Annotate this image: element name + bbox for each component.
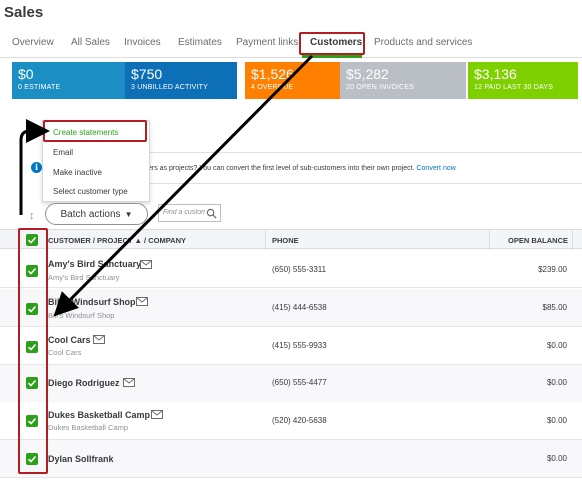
company-name: Cool Cars [48,348,82,357]
money-amount: $750 [131,66,163,82]
customers-tab-highlight [299,32,365,55]
table-row[interactable]: Amy's Bird Sanctuary Amy's Bird Sanctuar… [0,250,582,288]
tab-estimates[interactable]: Estimates [178,37,222,48]
table-row[interactable]: Dukes Basketball Camp Dukes Basketball C… [0,402,582,440]
banner-message: ers as projects? You can convert the fir… [148,165,456,172]
money-label: 4 OVERDUE [251,84,294,91]
money-label: 0 ESTIMATE [18,84,61,91]
active-tab-indicator [302,55,362,58]
tab-all-sales[interactable]: All Sales [71,37,110,48]
company-name: Amy's Bird Sanctuary [48,273,120,282]
company-name: Bill's Windsurf Shop [48,311,115,320]
money-bar-paid[interactable]: $3,136 12 PAID LAST 30 DAYS [468,62,578,99]
customer-name[interactable]: Diego Rodriguez [48,378,120,388]
checkbox-column-highlight [18,228,48,474]
column-phone[interactable]: PHONE [272,236,299,245]
table-row[interactable]: Bill's Windsurf Shop Bill's Windsurf Sho… [0,289,582,327]
search-icon [206,208,217,219]
info-icon: i [31,162,42,173]
menu-item-make-inactive[interactable]: Make inactive [53,168,102,177]
money-bar-estimate[interactable]: $0 0 ESTIMATE [12,62,125,99]
open-balance: $85.00 [542,303,567,312]
phone-number: (520) 420-5638 [272,416,327,425]
convert-now-link[interactable]: Convert now [416,165,455,172]
tab-invoices[interactable]: Invoices [124,37,161,48]
money-label: 20 OPEN INVOICES [346,84,415,91]
search-placeholder: Find a customer [163,209,205,216]
batch-actions-label: Batch actions [60,208,121,220]
money-amount: $0 [18,66,34,82]
page-title: Sales [4,4,44,21]
projects-banner: ers as projects? You can convert the fir… [145,152,582,184]
chevron-down-icon: ▼ [124,209,133,219]
company-name: Dukes Basketball Camp [48,423,129,432]
tabs-divider [0,57,582,58]
customer-name[interactable]: Cool Cars [48,335,91,345]
envelope-icon[interactable] [136,297,148,306]
menu-item-email[interactable]: Email [53,148,73,157]
table-row[interactable]: Dylan Sollfrank $0.00 [0,440,582,478]
envelope-icon[interactable] [140,260,152,269]
money-amount: $1,526 [251,66,294,82]
money-bar-unbilled[interactable]: $750 3 UNBILLED ACTIVITY [125,62,237,99]
tab-overview[interactable]: Overview [12,37,54,48]
open-balance: $0.00 [546,378,567,387]
customer-name[interactable]: Amy's Bird Sanctuary [48,259,141,269]
sort-arrows-icon: ↕ [29,210,35,222]
menu-item-select-customer-type[interactable]: Select customer type [53,187,128,196]
money-amount: $5,282 [346,66,389,82]
tab-payment-links[interactable]: Payment links [236,37,298,48]
create-statements-highlight [43,120,147,142]
table-header: CUSTOMER / PROJECT ▲ / COMPANY PHONE OPE… [0,229,582,250]
banner-text: ers as projects? You can convert the fir… [148,165,415,172]
envelope-icon[interactable] [123,378,135,387]
envelope-icon[interactable] [151,410,163,419]
phone-number: (650) 555-4477 [272,378,327,387]
column-divider [489,230,490,250]
money-label: 3 UNBILLED ACTIVITY [131,84,208,91]
money-amount: $3,136 [474,66,517,82]
sales-tabs: Overview All Sales Invoices Estimates Pa… [0,33,582,57]
envelope-icon[interactable] [93,335,105,344]
column-divider [572,230,573,250]
batch-actions-button[interactable]: Batch actions ▼ [45,203,148,225]
column-divider [265,230,266,250]
customer-search-input[interactable]: Find a customer [158,204,221,222]
open-balance: $0.00 [546,454,567,463]
customer-name[interactable]: Dukes Basketball Camp [48,410,150,420]
open-balance: $0.00 [546,341,567,350]
customer-name[interactable]: Bill's Windsurf Shop [48,297,136,307]
money-bar-overdue[interactable]: $1,526 4 OVERDUE [245,62,340,99]
tab-products-and-services[interactable]: Products and services [374,37,472,48]
money-bar-open-invoices[interactable]: $5,282 20 OPEN INVOICES [340,62,466,99]
phone-number: (415) 444-6538 [272,303,327,312]
money-label: 12 PAID LAST 30 DAYS [474,84,554,91]
column-open-balance[interactable]: OPEN BALANCE [508,236,568,245]
customer-name[interactable]: Dylan Sollfrank [48,454,114,464]
table-row[interactable]: Diego Rodriguez (650) 555-4477 $0.00 [0,365,582,403]
phone-number: (650) 555-3311 [272,265,327,274]
phone-number: (415) 555-9933 [272,341,327,350]
open-balance: $239.00 [538,265,567,274]
open-balance: $0.00 [546,416,567,425]
table-row[interactable]: Cool Cars Cool Cars (415) 555-9933 $0.00 [0,327,582,365]
column-customer[interactable]: CUSTOMER / PROJECT ▲ / COMPANY [48,236,186,245]
